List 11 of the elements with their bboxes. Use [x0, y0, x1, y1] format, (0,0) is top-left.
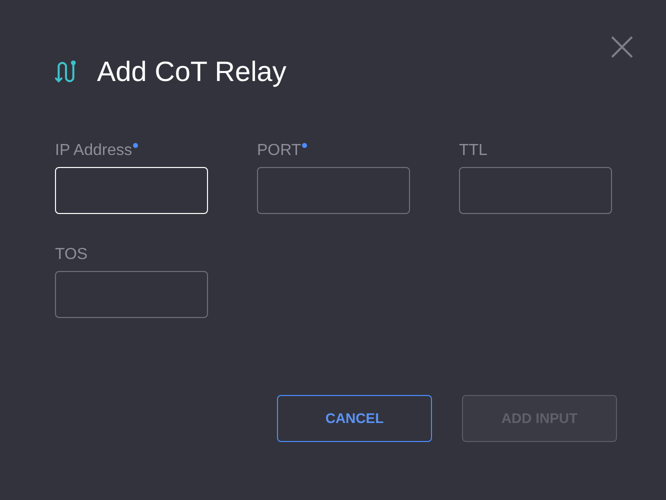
- close-icon[interactable]: [611, 36, 633, 58]
- input-field[interactable]: [55, 271, 208, 318]
- field-label: PORT: [257, 141, 302, 161]
- field-label: IP Address: [55, 141, 132, 161]
- dialog-title: Add CoT Relay: [97, 55, 286, 89]
- field-label: TTL: [459, 141, 488, 161]
- route-icon: [55, 59, 77, 85]
- field-label: TOS: [55, 245, 88, 265]
- input-field[interactable]: [459, 167, 612, 214]
- input-field[interactable]: [257, 167, 410, 214]
- cancel-button[interactable]: CANCEL: [277, 395, 432, 442]
